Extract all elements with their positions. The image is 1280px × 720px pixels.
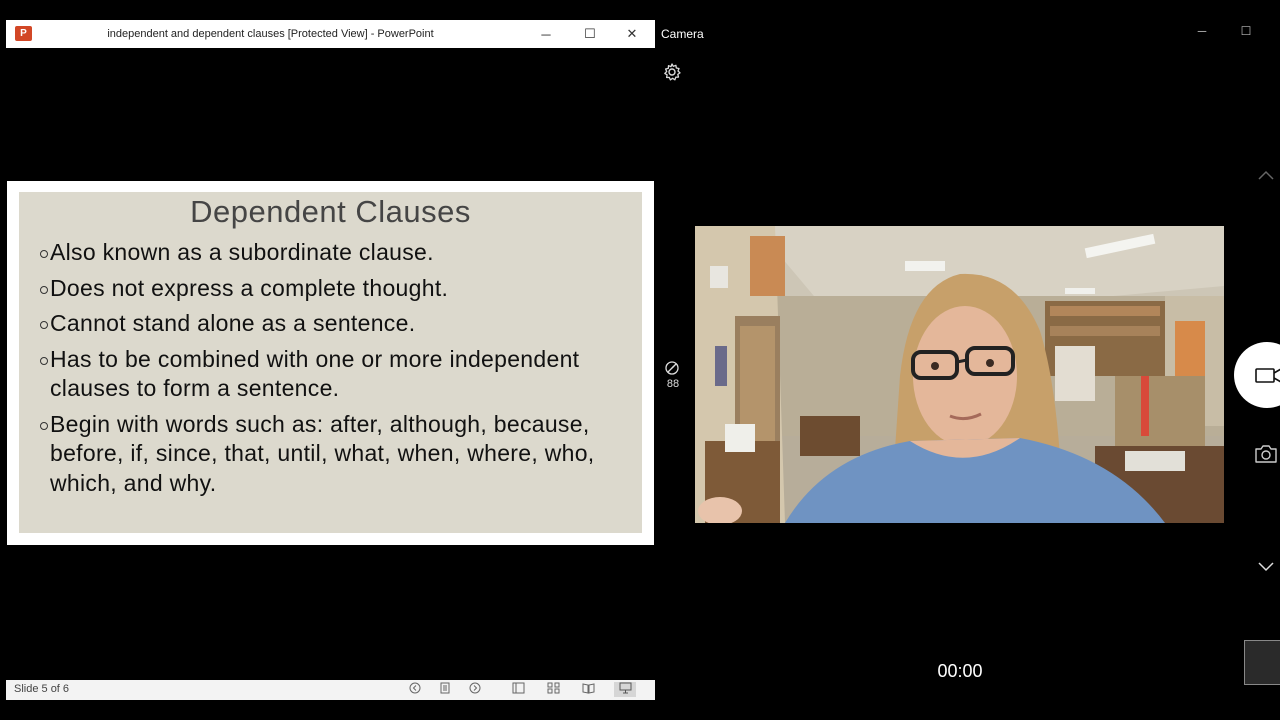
reading-view-icon[interactable] <box>580 682 596 697</box>
powerpoint-window: P independent and dependent clauses [Pro… <box>6 20 655 700</box>
chevron-up-icon[interactable] <box>1256 168 1278 188</box>
desktop: P independent and dependent clauses [Pro… <box>0 0 1280 720</box>
camera-maximize-button[interactable]: ☐ <box>1236 24 1256 44</box>
slide-bullet: Also known as a subordinate clause. <box>39 238 629 268</box>
camera-roll-thumbnail[interactable] <box>1244 640 1280 685</box>
camera-window: Camera ─ ☐ 88 00:00 <box>656 20 1280 700</box>
camera-title: Camera <box>661 27 704 41</box>
normal-view-icon[interactable] <box>510 682 526 697</box>
slide-content-panel: Dependent Clauses Also known as a subord… <box>19 192 642 533</box>
notes-icon[interactable] <box>437 682 453 697</box>
timer-value: 88 <box>666 378 680 390</box>
camera-preview <box>695 226 1224 523</box>
camera-minimize-button[interactable]: ─ <box>1192 24 1212 44</box>
recording-timer: 00:00 <box>937 661 983 681</box>
window-title: independent and dependent clauses [Prote… <box>107 28 434 40</box>
photo-mode-icon[interactable] <box>1254 444 1278 466</box>
powerpoint-app-icon[interactable]: P <box>15 26 32 41</box>
close-button[interactable]: ✕ <box>610 20 654 48</box>
slide-indicator[interactable]: Slide 5 of 6 <box>14 683 69 695</box>
camera-feed-image <box>695 226 1224 523</box>
next-slide-icon[interactable] <box>467 682 483 697</box>
timer-icon[interactable] <box>664 360 682 378</box>
slideshow-icon[interactable] <box>614 682 636 697</box>
previous-slide-icon[interactable] <box>407 682 423 697</box>
minimize-button[interactable]: ─ <box>524 20 568 48</box>
slide-title: Dependent Clauses <box>190 194 471 229</box>
slide-bullet: Does not express a complete thought. <box>39 274 629 304</box>
video-capture-button[interactable] <box>1234 342 1280 408</box>
video-mode-icon <box>1255 368 1280 383</box>
maximize-button[interactable]: ☐ <box>568 20 612 48</box>
slide-viewport[interactable]: Dependent Clauses Also known as a subord… <box>6 48 655 680</box>
chevron-down-icon[interactable] <box>1256 560 1278 580</box>
slide-sorter-icon[interactable] <box>545 682 561 697</box>
powerpoint-titlebar[interactable]: P independent and dependent clauses [Pro… <box>6 20 655 48</box>
slide-bullet-list: Also known as a subordinate clause. Does… <box>39 238 629 504</box>
slide-bullet: Cannot stand alone as a sentence. <box>39 309 629 339</box>
slide[interactable]: Dependent Clauses Also known as a subord… <box>7 181 654 545</box>
settings-icon[interactable] <box>662 62 684 84</box>
statusbar: Slide 5 of 6 <box>6 680 655 700</box>
slide-bullet: Has to be combined with one or more inde… <box>39 345 629 404</box>
slide-bullet: Begin with words such as: after, althoug… <box>39 410 629 499</box>
